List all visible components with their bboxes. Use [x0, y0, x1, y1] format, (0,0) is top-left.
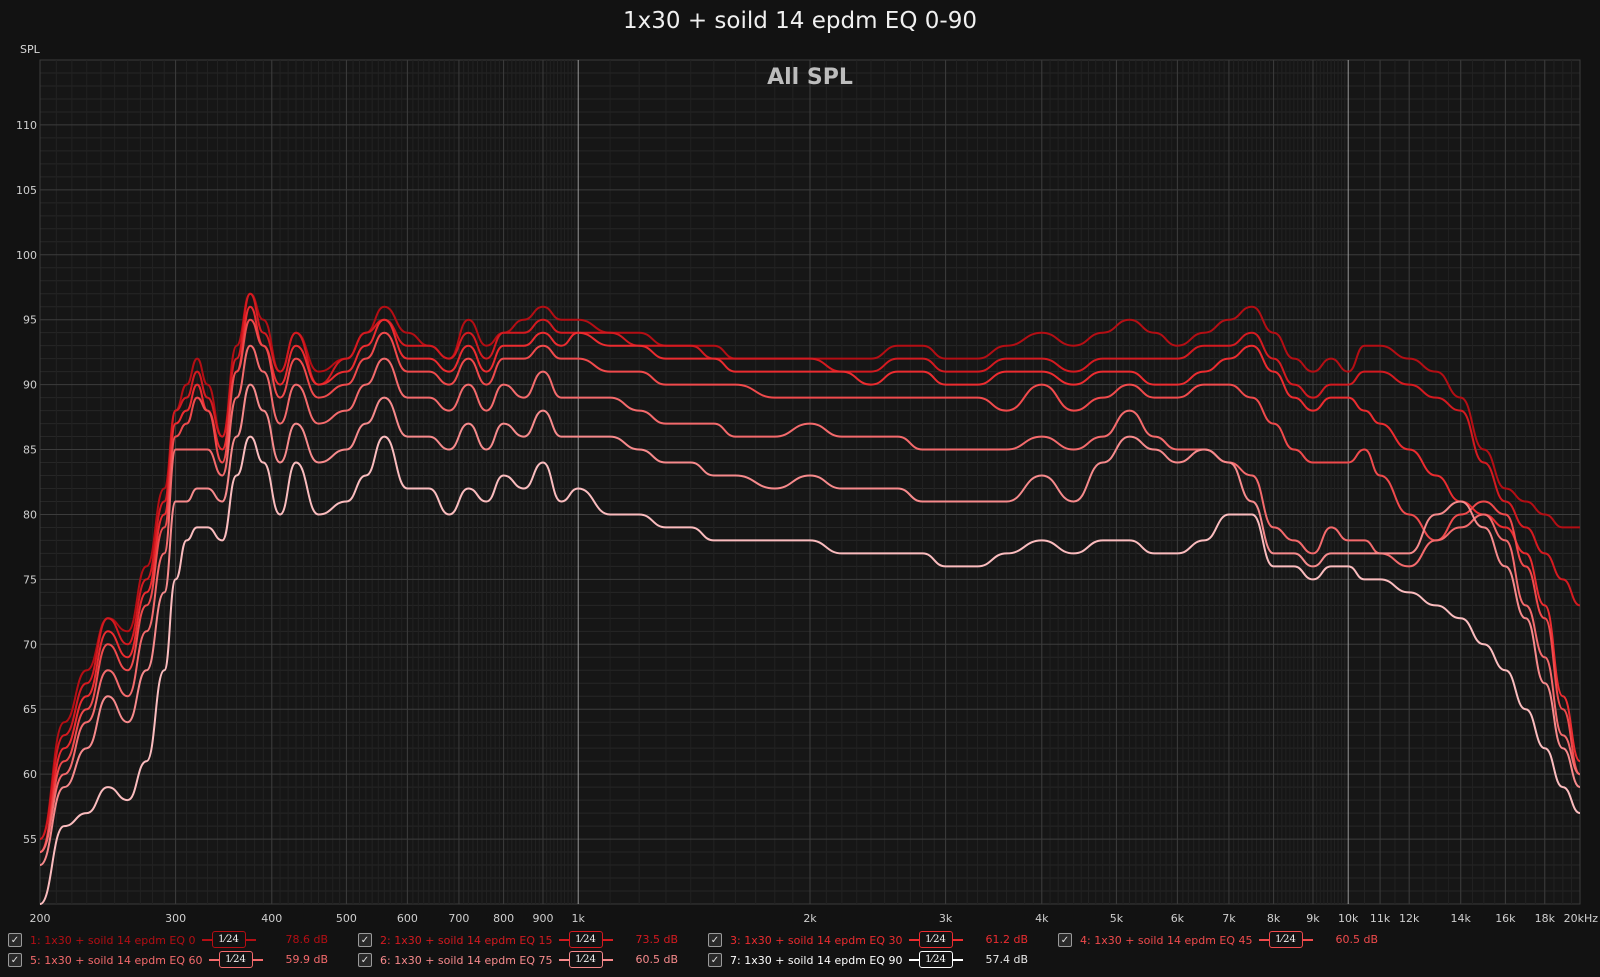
- y-axis-label: SPL: [20, 43, 41, 56]
- legend-value: 60.5 dB: [635, 953, 678, 966]
- legend-value: 73.5 dB: [635, 933, 678, 946]
- x-axis-ticks: 200 300 400 500 600 700 800 900 1k 2k 3k 4k 5k 6k 7k 8k…: [30, 912, 1599, 925]
- x-tick-label: 4k: [1035, 912, 1049, 925]
- legend-label: 7: 1x30 + soild 14 epdm EQ 90: [730, 953, 903, 967]
- smoothing-button[interactable]: 1⁄24: [201, 931, 256, 949]
- y-tick-label: 80: [23, 508, 37, 521]
- legend-item[interactable]: ✓ 4: 1x30 + soild 14 epdm EQ 45 1⁄24: [1058, 931, 1313, 949]
- smoothing-label: 1⁄24: [568, 931, 603, 948]
- checkbox-icon[interactable]: ✓: [8, 933, 22, 947]
- x-tick-label: 500: [336, 912, 357, 925]
- smoothing-label: 1⁄24: [918, 951, 953, 968]
- y-tick-label: 110: [16, 119, 37, 132]
- smoothing-label: 1⁄24: [918, 931, 953, 948]
- y-tick-label: 55: [23, 833, 37, 846]
- checkbox-icon[interactable]: ✓: [358, 933, 372, 947]
- y-tick-label: 105: [16, 184, 37, 197]
- x-tick-label: 1k: [572, 912, 586, 925]
- checkbox-icon[interactable]: ✓: [708, 933, 722, 947]
- legend-value: 60.5 dB: [1335, 933, 1378, 946]
- y-tick-label: 70: [23, 638, 37, 651]
- x-tick-label: 7k: [1222, 912, 1236, 925]
- checkbox-icon[interactable]: ✓: [1058, 933, 1072, 947]
- smoothing-label: 1⁄24: [1268, 931, 1303, 948]
- x-tick-label: 18k: [1535, 912, 1556, 925]
- legend-label: 5: 1x30 + soild 14 epdm EQ 60: [30, 953, 203, 967]
- legend-label: 3: 1x30 + soild 14 epdm EQ 30: [730, 933, 903, 947]
- y-tick-label: 65: [23, 703, 37, 716]
- smoothing-button[interactable]: 1⁄24: [558, 951, 613, 969]
- x-tick-label: 8k: [1267, 912, 1281, 925]
- x-tick-label: 10k: [1338, 912, 1359, 925]
- x-tick-label: 6k: [1171, 912, 1185, 925]
- checkbox-icon[interactable]: ✓: [358, 953, 372, 967]
- legend: ✓ 1: 1x30 + soild 14 epdm EQ 0 1⁄24 78.6 dB…: [0, 931, 1600, 977]
- legend-label: 2: 1x30 + soild 14 epdm EQ 15: [380, 933, 553, 947]
- legend-label: 6: 1x30 + soild 14 epdm EQ 75: [380, 953, 553, 967]
- legend-value: 61.2 dB: [985, 933, 1028, 946]
- x-tick-label: 600: [397, 912, 418, 925]
- y-tick-label: 75: [23, 573, 37, 586]
- smoothing-label: 1⁄24: [218, 951, 253, 968]
- legend-item[interactable]: ✓ 7: 1x30 + soild 14 epdm EQ 90 1⁄24: [708, 951, 963, 969]
- smoothing-button[interactable]: 1⁄24: [908, 931, 963, 949]
- legend-item[interactable]: ✓ 6: 1x30 + soild 14 epdm EQ 75 1⁄24: [358, 951, 613, 969]
- smoothing-label: 1⁄24: [568, 951, 603, 968]
- legend-value: 59.9 dB: [285, 953, 328, 966]
- x-tick-label: 12k: [1399, 912, 1420, 925]
- x-tick-label: 16k: [1495, 912, 1516, 925]
- legend-label: 4: 1x30 + soild 14 epdm EQ 45: [1080, 933, 1253, 947]
- legend-item[interactable]: ✓ 2: 1x30 + soild 14 epdm EQ 15 1⁄24: [358, 931, 613, 949]
- x-tick-label: 14k: [1451, 912, 1472, 925]
- checkbox-icon[interactable]: ✓: [8, 953, 22, 967]
- y-axis-ticks: 55 60 65 70 75 80 85 90 95 100 105 110: [16, 119, 37, 846]
- checkbox-icon[interactable]: ✓: [708, 953, 722, 967]
- legend-item[interactable]: ✓ 5: 1x30 + soild 14 epdm EQ 60 1⁄24: [8, 951, 263, 969]
- x-tick-label: 3k: [939, 912, 953, 925]
- y-tick-label: 90: [23, 379, 37, 392]
- spl-chart[interactable]: 55 60 65 70 75 80 85 90 95 100 105 110 200 300 400 500…: [0, 0, 1600, 931]
- smoothing-button[interactable]: 1⁄24: [1258, 931, 1313, 949]
- x-tick-label: 20kHz: [1564, 912, 1599, 925]
- x-tick-label: 800: [493, 912, 514, 925]
- y-tick-label: 95: [23, 314, 37, 327]
- legend-item[interactable]: ✓ 3: 1x30 + soild 14 epdm EQ 30 1⁄24: [708, 931, 963, 949]
- smoothing-button[interactable]: 1⁄24: [908, 951, 963, 969]
- legend-label: 1: 1x30 + soild 14 epdm EQ 0: [30, 933, 196, 947]
- y-tick-label: 85: [23, 444, 37, 457]
- x-tick-label: 2k: [803, 912, 817, 925]
- legend-value: 78.6 dB: [285, 933, 328, 946]
- smoothing-button[interactable]: 1⁄24: [208, 951, 263, 969]
- y-tick-label: 60: [23, 768, 37, 781]
- x-tick-label: 5k: [1110, 912, 1124, 925]
- chart-subtitle: All SPL: [767, 65, 853, 90]
- x-tick-label: 700: [448, 912, 469, 925]
- smoothing-button[interactable]: 1⁄24: [558, 931, 613, 949]
- x-tick-label: 300: [165, 912, 186, 925]
- legend-item[interactable]: ✓ 1: 1x30 + soild 14 epdm EQ 0 1⁄24: [8, 931, 256, 949]
- x-tick-label: 11k: [1370, 912, 1391, 925]
- y-tick-label: 100: [16, 249, 37, 262]
- x-tick-label: 200: [30, 912, 51, 925]
- legend-value: 57.4 dB: [985, 953, 1028, 966]
- x-tick-label: 900: [532, 912, 553, 925]
- x-tick-label: 9k: [1306, 912, 1320, 925]
- x-tick-label: 400: [261, 912, 282, 925]
- smoothing-label: 1⁄24: [211, 931, 246, 948]
